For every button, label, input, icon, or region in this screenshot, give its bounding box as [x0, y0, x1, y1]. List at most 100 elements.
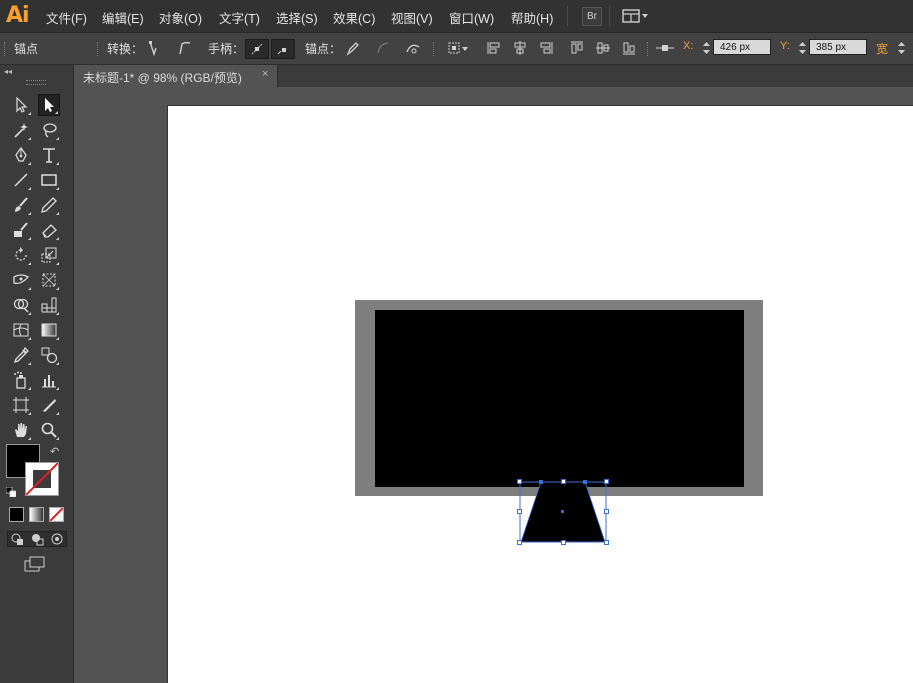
handles-label: 手柄： [208, 42, 245, 56]
x-spinner-icon[interactable] [702, 39, 711, 57]
gradient-mode-button[interactable] [29, 507, 44, 522]
default-fill-stroke-icon[interactable] [5, 486, 17, 498]
menu-effect[interactable]: 效果(C) [333, 8, 375, 27]
menu-object[interactable]: 对象(O) [159, 8, 202, 27]
bridge-button[interactable]: Br [582, 7, 602, 26]
width-label: 宽 [876, 42, 889, 56]
y-label: Y: [780, 40, 790, 52]
current-tool-label: 锚点 [14, 42, 39, 56]
align-vertical-center-icon[interactable] [594, 39, 612, 57]
menu-edit[interactable]: 编辑(E) [102, 8, 144, 27]
align-bottom-icon[interactable] [620, 39, 638, 57]
align-top-icon[interactable] [568, 39, 586, 57]
anchor-point[interactable] [539, 480, 543, 484]
convert-to-smooth-icon[interactable] [176, 39, 194, 57]
mesh-tool-icon[interactable] [10, 319, 32, 341]
convert-to-corner-icon[interactable] [146, 39, 164, 57]
draw-behind-icon[interactable] [30, 532, 45, 546]
blend-tool-icon[interactable] [38, 344, 60, 366]
bbox-handle-bottom-right[interactable] [604, 540, 609, 545]
reference-point-icon[interactable] [654, 39, 676, 57]
width-tool-icon[interactable] [10, 269, 32, 291]
y-input[interactable]: 385 px [809, 39, 867, 55]
type-tool-icon[interactable] [38, 144, 60, 166]
panel-grip[interactable] [647, 42, 651, 56]
cut-path-icon[interactable] [404, 39, 422, 57]
rectangle-tool-icon[interactable] [38, 169, 60, 191]
document-tab[interactable]: 未标题-1* @ 98% (RGB/预览) × [74, 65, 278, 87]
scale-tool-icon[interactable] [38, 244, 60, 266]
x-label: X: [683, 40, 694, 52]
lasso-tool-icon[interactable] [38, 119, 60, 141]
stroke-swatch[interactable] [25, 462, 59, 496]
anchors-label: 锚点： [305, 42, 342, 56]
magic-wand-tool-icon[interactable] [10, 119, 32, 141]
artboard-tool-icon[interactable] [10, 394, 32, 416]
direct-selection-tool-icon[interactable] [38, 94, 60, 116]
center-point [561, 510, 564, 513]
hand-tool-icon[interactable] [10, 419, 32, 441]
blob-brush-tool-icon[interactable] [10, 219, 32, 241]
bbox-handle-top-left[interactable] [517, 479, 522, 484]
swap-fill-stroke-icon[interactable]: ↶ [50, 445, 59, 458]
menu-type[interactable]: 文字(T) [219, 8, 260, 27]
control-bar: 锚点 转换： 手柄： 锚点： X: 426 px Y: 385 px 宽 [0, 33, 913, 65]
bbox-handle-top-center[interactable] [561, 479, 566, 484]
monitor-screen[interactable] [375, 310, 744, 487]
connect-anchors-icon [374, 39, 392, 57]
rotate-tool-icon[interactable] [10, 244, 32, 266]
menu-window[interactable]: 窗口(W) [449, 8, 494, 27]
bbox-handle-top-right[interactable] [604, 479, 609, 484]
selection-tool-icon[interactable] [10, 94, 32, 116]
pencil-tool-icon[interactable] [38, 194, 60, 216]
color-mode-button[interactable] [9, 507, 24, 522]
line-segment-tool-icon[interactable] [10, 169, 32, 191]
menu-file[interactable]: 文件(F) [46, 8, 87, 27]
panel-grip[interactable] [26, 80, 46, 85]
menu-help[interactable]: 帮助(H) [511, 8, 553, 27]
monitor-stand-shape[interactable] [515, 478, 611, 548]
draw-inside-icon[interactable] [50, 532, 65, 546]
draw-normal-icon[interactable] [10, 532, 25, 546]
pen-tool-icon[interactable] [10, 144, 32, 166]
column-graph-tool-icon[interactable] [38, 369, 60, 391]
bbox-handle-bottom-center[interactable] [561, 540, 566, 545]
align-left-icon[interactable] [485, 39, 503, 57]
zoom-tool-icon[interactable] [38, 419, 60, 441]
panel-grip[interactable] [4, 42, 8, 56]
shape-builder-tool-icon[interactable] [10, 294, 32, 316]
none-mode-button[interactable] [49, 507, 64, 522]
convert-label: 转换： [107, 42, 144, 56]
bbox-handle-bottom-left[interactable] [517, 540, 522, 545]
eraser-tool-icon[interactable] [38, 219, 60, 241]
workspace-switcher-icon[interactable] [622, 8, 650, 24]
menu-bar: Ai 文件(F) 编辑(E) 对象(O) 文字(T) 选择(S) 效果(C) 视… [0, 0, 913, 33]
symbol-sprayer-tool-icon[interactable] [10, 369, 32, 391]
paintbrush-tool-icon[interactable] [10, 194, 32, 216]
y-spinner-icon[interactable] [798, 39, 807, 57]
perspective-grid-tool-icon[interactable] [38, 294, 60, 316]
bbox-handle-middle-left[interactable] [517, 509, 522, 514]
align-horizontal-center-icon[interactable] [511, 39, 529, 57]
close-tab-icon[interactable]: × [262, 68, 268, 80]
show-handles-icon[interactable] [245, 39, 269, 59]
panel-grip[interactable] [433, 42, 437, 56]
gradient-tool-icon[interactable] [38, 319, 60, 341]
align-to-selection-icon[interactable] [445, 39, 471, 57]
collapse-panel-icon[interactable]: ◂◂ [4, 67, 12, 76]
menu-view[interactable]: 视图(V) [391, 8, 433, 27]
screen-mode-icon[interactable] [23, 555, 47, 573]
document-tab-bar: 未标题-1* @ 98% (RGB/预览) × [74, 65, 913, 87]
eyedropper-tool-icon[interactable] [10, 344, 32, 366]
remove-anchor-icon[interactable] [343, 39, 361, 57]
bbox-handle-middle-right[interactable] [604, 509, 609, 514]
anchor-point[interactable] [583, 480, 587, 484]
free-transform-tool-icon[interactable] [38, 269, 60, 291]
slice-tool-icon[interactable] [38, 394, 60, 416]
x-input[interactable]: 426 px [713, 39, 771, 55]
hide-handles-icon[interactable] [271, 39, 295, 59]
align-right-icon[interactable] [537, 39, 555, 57]
panel-grip[interactable] [97, 42, 101, 56]
menu-select[interactable]: 选择(S) [276, 8, 318, 27]
width-spinner-icon[interactable] [897, 39, 906, 57]
